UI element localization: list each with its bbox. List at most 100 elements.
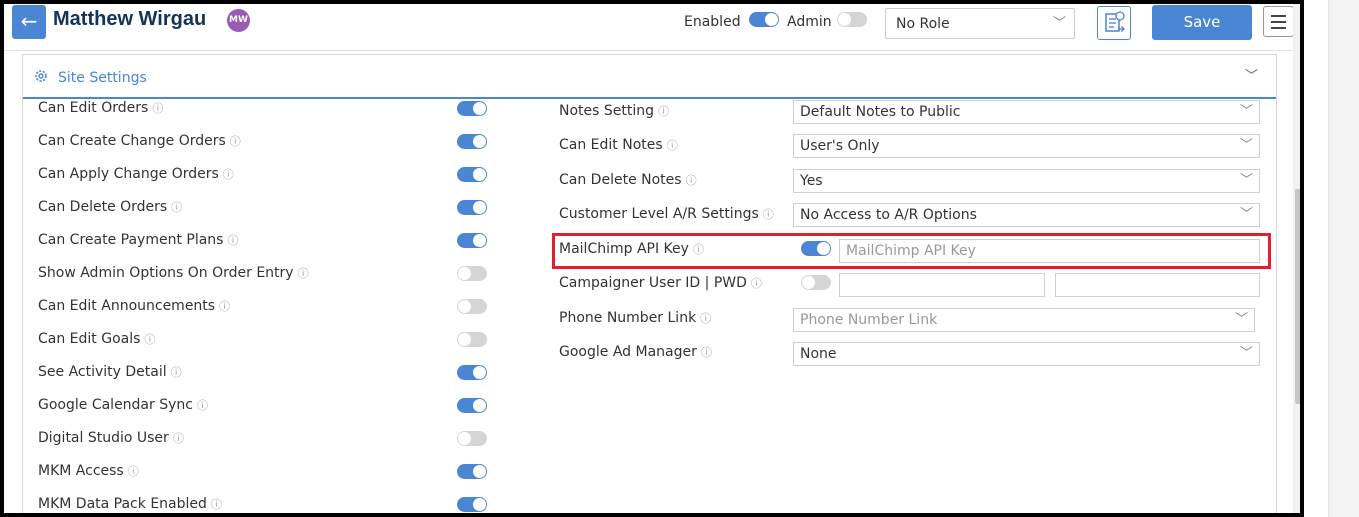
setting-label: Can Edit Notes bbox=[559, 137, 663, 153]
notes-setting-select[interactable]: Default Notes to Public ﹀ bbox=[793, 100, 1260, 124]
info-icon[interactable]: ⓘ bbox=[751, 277, 762, 290]
info-icon[interactable]: ⓘ bbox=[219, 300, 230, 313]
save-button[interactable]: Save bbox=[1152, 5, 1252, 40]
page-scrollbar[interactable] bbox=[1293, 4, 1300, 513]
toggle-mkm-data-pack[interactable] bbox=[457, 497, 487, 512]
panel-title: Site Settings bbox=[58, 70, 147, 86]
hamburger-icon-line bbox=[1271, 27, 1286, 29]
info-icon[interactable]: ⓘ bbox=[223, 168, 234, 181]
chevron-down-icon: ﹀ bbox=[1234, 312, 1248, 327]
select-value: None bbox=[800, 346, 837, 362]
arrow-left-icon: ← bbox=[20, 9, 38, 33]
toggle-show-admin-options[interactable] bbox=[457, 266, 487, 281]
toggle-digital-studio-user[interactable] bbox=[457, 431, 487, 446]
setting-show-admin-options: Show Admin Options On Order Entry ⓘ bbox=[38, 265, 309, 281]
setting-digital-studio-user: Digital Studio User ⓘ bbox=[38, 430, 184, 446]
site-settings-header[interactable]: Site Settings ﹀ bbox=[23, 55, 1276, 99]
select-value: Default Notes to Public bbox=[800, 104, 961, 120]
info-icon[interactable]: ⓘ bbox=[230, 135, 241, 148]
select-placeholder: Phone Number Link bbox=[800, 312, 938, 328]
setting-can-create-change-orders: Can Create Change Orders ⓘ bbox=[38, 133, 241, 149]
info-icon[interactable]: ⓘ bbox=[171, 366, 182, 379]
toggle-mkm-access[interactable] bbox=[457, 464, 487, 479]
info-icon[interactable]: ⓘ bbox=[227, 234, 238, 247]
phone-link-label: Phone Number Link ⓘ bbox=[559, 310, 711, 326]
info-icon[interactable]: ⓘ bbox=[298, 267, 309, 280]
campaigner-password-input[interactable] bbox=[1055, 273, 1260, 297]
info-icon[interactable]: ⓘ bbox=[152, 102, 163, 115]
info-icon[interactable]: ⓘ bbox=[171, 201, 182, 214]
menu-button[interactable] bbox=[1263, 6, 1294, 37]
chevron-down-icon: ﹀ bbox=[1239, 207, 1253, 222]
info-icon[interactable]: ⓘ bbox=[211, 498, 222, 511]
google-ad-label: Google Ad Manager ⓘ bbox=[559, 344, 712, 360]
setting-label: Google Calendar Sync bbox=[38, 397, 193, 413]
can-edit-notes-select[interactable]: User's Only ﹀ bbox=[793, 134, 1260, 158]
setting-label: Can Edit Announcements bbox=[38, 298, 216, 314]
info-icon[interactable]: ⓘ bbox=[700, 312, 711, 325]
setting-label: Can Delete Orders bbox=[38, 199, 168, 215]
customer-ar-label: Customer Level A/R Settings ⓘ bbox=[559, 206, 774, 222]
toggle-google-calendar-sync[interactable] bbox=[457, 398, 487, 413]
info-icon[interactable]: ⓘ bbox=[701, 346, 712, 359]
user-name: Matthew Wirgau bbox=[53, 8, 207, 30]
toggle-see-activity-detail[interactable] bbox=[457, 365, 487, 380]
setting-label: MKM Data Pack Enabled bbox=[38, 496, 207, 512]
info-icon[interactable]: ⓘ bbox=[667, 139, 678, 152]
scrollbar-thumb[interactable] bbox=[1295, 189, 1300, 404]
info-icon[interactable]: ⓘ bbox=[173, 432, 184, 445]
toggle-can-create-payment-plans[interactable] bbox=[457, 233, 487, 248]
customer-ar-select[interactable]: No Access to A/R Options ﹀ bbox=[793, 203, 1260, 227]
setting-label: Notes Setting bbox=[559, 103, 655, 119]
google-ad-select[interactable]: None ﹀ bbox=[793, 342, 1260, 366]
toggle-can-create-change-orders[interactable] bbox=[457, 134, 487, 149]
select-value: Yes bbox=[800, 173, 823, 189]
info-icon[interactable]: ⓘ bbox=[686, 174, 697, 187]
enabled-toggle[interactable] bbox=[749, 12, 779, 27]
user-settings-window: ← Matthew Wirgau MW Enabled Admin No Rol… bbox=[0, 0, 1304, 517]
toggle-can-edit-orders[interactable] bbox=[457, 101, 487, 116]
info-icon[interactable]: ⓘ bbox=[128, 465, 139, 478]
avatar: MW bbox=[227, 9, 250, 32]
notes-setting-label: Notes Setting ⓘ bbox=[559, 103, 669, 119]
setting-label: Campaigner User ID | PWD bbox=[559, 275, 747, 291]
right-rail bbox=[1328, 0, 1359, 517]
setting-label: See Activity Detail bbox=[38, 364, 167, 380]
setting-google-calendar-sync: Google Calendar Sync ⓘ bbox=[38, 397, 208, 413]
chevron-down-icon: ﹀ bbox=[1239, 104, 1253, 119]
info-icon[interactable]: ⓘ bbox=[144, 333, 155, 346]
toggle-can-delete-orders[interactable] bbox=[457, 200, 487, 215]
info-icon[interactable]: ⓘ bbox=[658, 105, 669, 118]
phone-link-select[interactable]: Phone Number Link ﹀ bbox=[793, 308, 1255, 332]
toggle-can-edit-announcements[interactable] bbox=[457, 299, 487, 314]
campaigner-user-id-input[interactable] bbox=[839, 273, 1045, 297]
admin-toggle[interactable] bbox=[837, 12, 867, 27]
setting-label: Digital Studio User bbox=[38, 430, 169, 446]
hamburger-icon-line bbox=[1271, 21, 1286, 23]
can-edit-notes-label: Can Edit Notes ⓘ bbox=[559, 137, 678, 153]
select-value: User's Only bbox=[800, 138, 880, 154]
header-divider bbox=[4, 50, 1300, 51]
toggle-can-apply-change-orders[interactable] bbox=[457, 167, 487, 182]
can-delete-notes-select[interactable]: Yes ﹀ bbox=[793, 169, 1260, 193]
export-button[interactable] bbox=[1097, 6, 1131, 40]
role-select[interactable]: No Role ﹀ bbox=[885, 8, 1075, 39]
setting-label: Can Create Change Orders bbox=[38, 133, 226, 149]
can-delete-notes-label: Can Delete Notes ⓘ bbox=[559, 172, 697, 188]
chevron-down-icon: ﹀ bbox=[1239, 173, 1253, 188]
setting-mkm-data-pack: MKM Data Pack Enabled ⓘ bbox=[38, 496, 222, 512]
role-value: No Role bbox=[896, 16, 950, 32]
chevron-down-icon[interactable]: ﹀ bbox=[1245, 65, 1258, 84]
info-icon[interactable]: ⓘ bbox=[763, 208, 774, 221]
document-export-icon bbox=[1105, 11, 1125, 32]
back-button[interactable]: ← bbox=[12, 5, 46, 39]
campaigner-toggle[interactable] bbox=[801, 275, 831, 290]
info-icon[interactable]: ⓘ bbox=[197, 399, 208, 412]
hamburger-icon bbox=[1271, 15, 1286, 17]
setting-label: Can Edit Goals bbox=[38, 331, 141, 347]
setting-see-activity-detail: See Activity Detail ⓘ bbox=[38, 364, 182, 380]
setting-label: Can Apply Change Orders bbox=[38, 166, 219, 182]
toggle-can-edit-goals[interactable] bbox=[457, 332, 487, 347]
gear-icon bbox=[35, 70, 47, 82]
setting-label: Can Edit Orders bbox=[38, 100, 149, 116]
